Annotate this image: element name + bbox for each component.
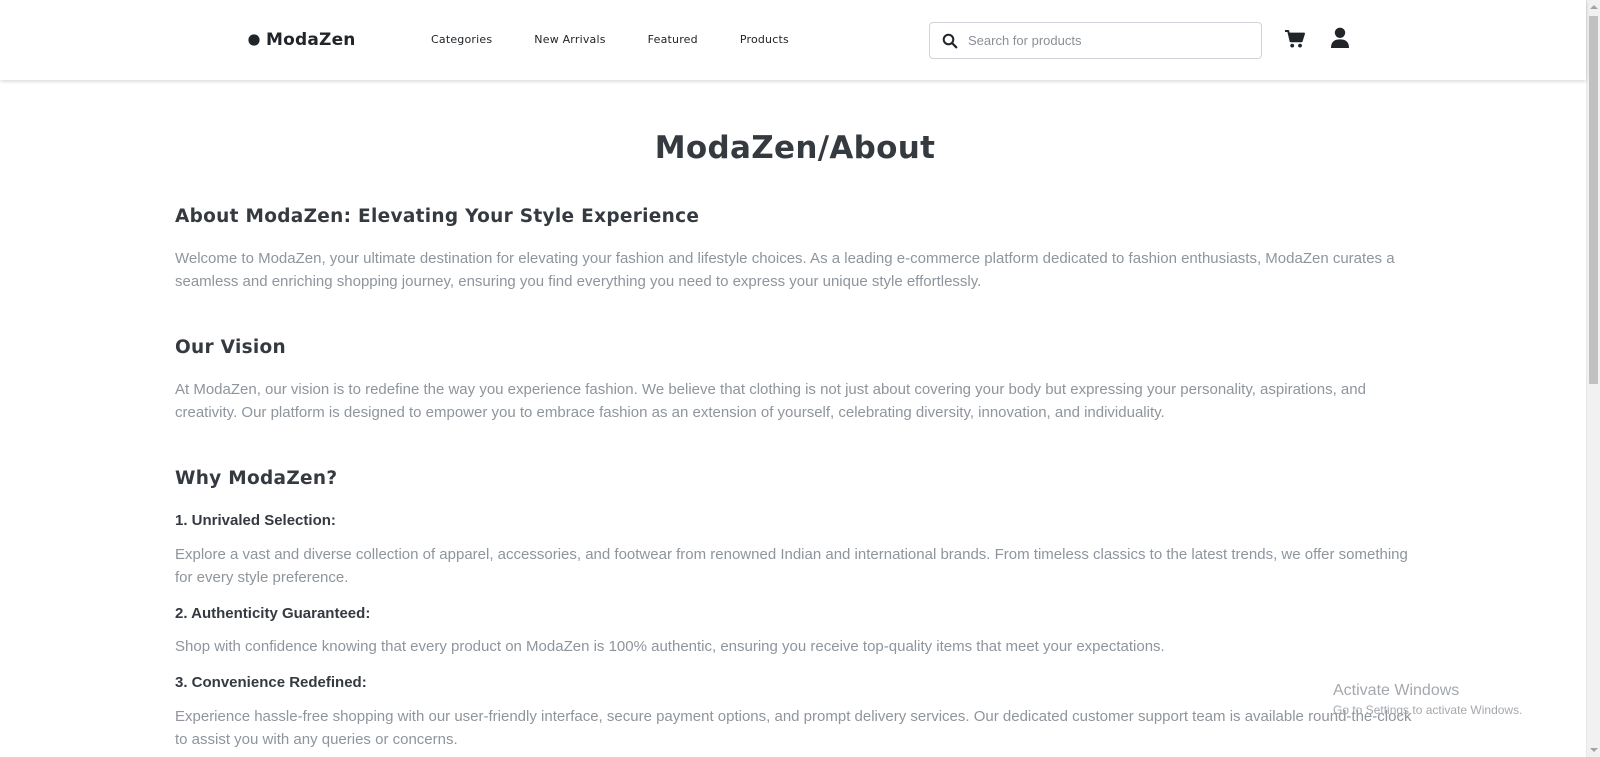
scroll-down-arrow-icon[interactable] [1587,743,1600,757]
point-title: 1. Unrivaled Selection: [175,512,336,529]
brand-name: ModaZen [266,30,356,50]
vision-heading: Our Vision [175,337,287,358]
brand-link[interactable]: ModaZen [240,28,356,52]
nav-link-new-arrivals[interactable]: New Arrivals [534,31,605,49]
point-text: Explore a vast and diverse collection of… [175,546,1408,586]
search-icon[interactable] [942,33,958,49]
about-paragraph: Welcome to ModaZen, your ultimate destin… [175,250,1395,290]
about-heading: About ModaZen: Elevating Your Style Expe… [175,206,700,227]
top-navbar: ModaZen Categories New Arrivals Featured… [0,0,1586,80]
page-title: ModaZen/About [654,130,936,166]
point-text: Shop with confidence knowing that every … [175,638,1165,655]
nav-link-featured[interactable]: Featured [648,31,698,49]
point-text: Experience hassle-free shopping with our… [175,708,1412,748]
point-title: 3. Convenience Redefined: [175,674,367,691]
nav-link-categories[interactable]: Categories [431,31,492,49]
brand-logo-icon [240,31,262,49]
scrollbar-thumb[interactable] [1589,16,1598,384]
vision-paragraph: At ModaZen, our vision is to redefine th… [175,381,1366,421]
cart-icon[interactable] [1284,28,1306,50]
nav-link-products[interactable]: Products [740,31,789,49]
scroll-up-arrow-icon[interactable] [1587,0,1600,14]
watermark-title: Activate Windows [1333,682,1460,699]
search-box[interactable] [929,22,1262,59]
why-heading: Why ModaZen? [175,468,338,489]
search-input[interactable] [968,25,1261,56]
main-nav: Categories New Arrivals Featured Product… [431,31,789,49]
vertical-scrollbar[interactable] [1586,0,1600,757]
user-icon[interactable] [1330,27,1350,49]
point-title: 2. Authenticity Guaranteed: [175,605,371,622]
